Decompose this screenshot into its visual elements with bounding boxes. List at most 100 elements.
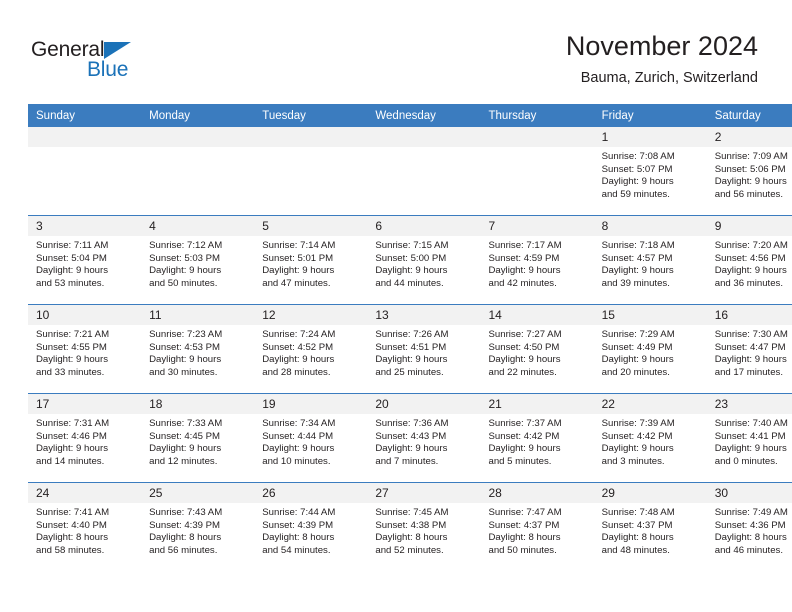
calendar-day-cell[interactable]: 7 Sunrise: 7:17 AM Sunset: 4:59 PM Daylight… <box>480 215 594 305</box>
general-blue-logo[interactable]: General Blue <box>31 38 161 84</box>
sunrise-text: Sunrise: 7:15 AM <box>375 240 449 251</box>
daylight-text-line2: and 52 minutes. <box>375 544 444 556</box>
calendar-day-cell[interactable]: 24 Sunrise: 7:41 AM Sunset: 4:40 PM Dayligh… <box>28 482 142 571</box>
day-info: Sunrise: 7:21 AM Sunset: 4:55 PM Daylight:… <box>28 325 141 379</box>
day-number <box>254 127 368 147</box>
calendar-day-cell[interactable]: 11 Sunrise: 7:23 AM Sunset: 4:53 PM Dayligh… <box>141 304 255 394</box>
calendar-day-cell[interactable]: 22 Sunrise: 7:39 AM Sunset: 4:42 PM Dayligh… <box>593 393 707 483</box>
daylight-text-line2: and 53 minutes. <box>36 277 105 289</box>
calendar-day-cell[interactable]: 5 Sunrise: 7:14 AM Sunset: 5:01 PM Daylight… <box>254 215 368 305</box>
sunrise-text: Sunrise: 7:34 AM <box>262 418 336 429</box>
sunset-text: Sunset: 4:44 PM <box>262 430 334 442</box>
day-info: Sunrise: 7:48 AM Sunset: 4:37 PM Daylight:… <box>594 503 707 557</box>
calendar-page: General Blue November 2024 Bauma, Zurich… <box>0 0 792 612</box>
calendar-day-cell[interactable]: 30 Sunrise: 7:49 AM Sunset: 4:36 PM Dayligh… <box>706 482 792 571</box>
day-info: Sunrise: 7:31 AM Sunset: 4:46 PM Daylight:… <box>28 414 141 468</box>
sunrise-text: Sunrise: 7:26 AM <box>375 329 449 340</box>
weekday-header-monday: Monday <box>141 104 255 127</box>
day-number: 25 <box>141 483 255 503</box>
sunrise-text: Sunrise: 7:47 AM <box>488 507 562 518</box>
calendar-day-cell-empty <box>141 127 255 216</box>
day-number: 15 <box>593 305 707 325</box>
day-info: Sunrise: 7:47 AM Sunset: 4:37 PM Daylight:… <box>481 503 594 557</box>
weekday-header-friday: Friday <box>593 104 707 127</box>
day-number: 12 <box>254 305 368 325</box>
calendar-day-cell[interactable]: 12 Sunrise: 7:24 AM Sunset: 4:52 PM Dayligh… <box>254 304 368 394</box>
calendar-day-cell[interactable]: 25 Sunrise: 7:43 AM Sunset: 4:39 PM Dayligh… <box>141 482 255 571</box>
calendar-day-cell[interactable]: 8 Sunrise: 7:18 AM Sunset: 4:57 PM Daylight… <box>593 215 707 305</box>
daylight-text-line2: and 17 minutes. <box>714 366 784 378</box>
daylight-text-line1: Daylight: 9 hours <box>488 265 561 277</box>
calendar-day-cell[interactable]: 10 Sunrise: 7:21 AM Sunset: 4:55 PM Dayligh… <box>28 304 142 394</box>
daylight-text-line2: and 12 minutes. <box>149 455 218 467</box>
daylight-text-line1: Daylight: 9 hours <box>714 176 787 188</box>
calendar-day-cell[interactable]: 15 Sunrise: 7:29 AM Sunset: 4:49 PM Dayligh… <box>593 304 707 394</box>
calendar-day-cell[interactable]: 19 Sunrise: 7:34 AM Sunset: 4:44 PM Dayligh… <box>254 393 368 483</box>
daylight-text-line1: Daylight: 9 hours <box>149 265 222 277</box>
daylight-text-line2: and 42 minutes. <box>488 277 557 289</box>
day-info: Sunrise: 7:11 AM Sunset: 5:04 PM Daylight:… <box>28 236 141 290</box>
day-info: Sunrise: 7:40 AM Sunset: 4:41 PM Daylight:… <box>707 414 792 468</box>
calendar-day-cell[interactable]: 23 Sunrise: 7:40 AM Sunset: 4:41 PM Dayligh… <box>706 393 792 483</box>
daylight-text-line1: Daylight: 9 hours <box>601 265 674 277</box>
day-number: 7 <box>480 216 594 236</box>
weekday-header-sunday: Sunday <box>28 104 142 127</box>
sunrise-text: Sunrise: 7:33 AM <box>149 418 223 429</box>
daylight-text-line2: and 33 minutes. <box>36 366 105 378</box>
calendar-day-cell[interactable]: 18 Sunrise: 7:33 AM Sunset: 4:45 PM Dayligh… <box>141 393 255 483</box>
calendar-day-cell[interactable]: 21 Sunrise: 7:37 AM Sunset: 4:42 PM Dayligh… <box>480 393 594 483</box>
sunrise-text: Sunrise: 7:08 AM <box>601 151 675 162</box>
day-number: 24 <box>28 483 142 503</box>
day-number: 5 <box>254 216 368 236</box>
calendar-day-cell-empty <box>28 127 142 216</box>
sunset-text: Sunset: 4:40 PM <box>36 519 107 531</box>
weekday-header-saturday: Saturday <box>706 104 792 127</box>
calendar-header-row: Sunday Monday Tuesday Wednesday Thursday… <box>28 104 792 127</box>
sunrise-text: Sunrise: 7:21 AM <box>36 329 110 340</box>
day-info: Sunrise: 7:39 AM Sunset: 4:42 PM Daylight:… <box>594 414 707 468</box>
calendar-day-cell[interactable]: 14 Sunrise: 7:27 AM Sunset: 4:50 PM Dayligh… <box>480 304 594 394</box>
calendar-day-cell[interactable]: 17 Sunrise: 7:31 AM Sunset: 4:46 PM Dayligh… <box>28 393 142 483</box>
day-info: Sunrise: 7:41 AM Sunset: 4:40 PM Daylight:… <box>28 503 141 557</box>
title-block: November 2024 Bauma, Zurich, Switzerland <box>566 30 758 88</box>
calendar-day-cell[interactable]: 16 Sunrise: 7:30 AM Sunset: 4:47 PM Dayligh… <box>706 304 792 394</box>
sunrise-text: Sunrise: 7:11 AM <box>36 240 109 251</box>
calendar-day-cell[interactable]: 26 Sunrise: 7:44 AM Sunset: 4:39 PM Dayligh… <box>254 482 368 571</box>
daylight-text-line2: and 20 minutes. <box>601 366 670 378</box>
calendar-day-cell[interactable]: 1 Sunrise: 7:08 AM Sunset: 5:07 PM Daylight… <box>593 127 707 216</box>
calendar-day-cell[interactable]: 13 Sunrise: 7:26 AM Sunset: 4:51 PM Dayligh… <box>367 304 481 394</box>
calendar-day-cell[interactable]: 4 Sunrise: 7:12 AM Sunset: 5:03 PM Daylight… <box>141 215 255 305</box>
sunrise-text: Sunrise: 7:23 AM <box>149 329 223 340</box>
calendar-day-cell[interactable]: 28 Sunrise: 7:47 AM Sunset: 4:37 PM Dayligh… <box>480 482 594 571</box>
calendar-day-cell[interactable]: 29 Sunrise: 7:48 AM Sunset: 4:37 PM Dayligh… <box>593 482 707 571</box>
sunset-text: Sunset: 4:56 PM <box>714 252 786 264</box>
calendar-day-cell[interactable]: 9 Sunrise: 7:20 AM Sunset: 4:56 PM Daylight… <box>706 215 792 305</box>
page-title: November 2024 <box>565 31 758 61</box>
daylight-text-line2: and 50 minutes. <box>488 544 557 556</box>
daylight-text-line2: and 7 minutes. <box>375 455 439 467</box>
day-info: Sunrise: 7:30 AM Sunset: 4:47 PM Daylight:… <box>707 325 792 379</box>
day-number: 26 <box>254 483 368 503</box>
sunset-text: Sunset: 4:43 PM <box>375 430 447 442</box>
daylight-text-line2: and 28 minutes. <box>262 366 331 378</box>
day-info: Sunrise: 7:26 AM Sunset: 4:51 PM Daylight:… <box>367 325 480 379</box>
daylight-text-line1: Daylight: 9 hours <box>488 443 561 455</box>
calendar-day-cell[interactable]: 2 Sunrise: 7:09 AM Sunset: 5:06 PM Daylight… <box>706 127 792 216</box>
calendar-table: Sunday Monday Tuesday Wednesday Thursday… <box>28 104 792 571</box>
calendar-day-cell[interactable]: 6 Sunrise: 7:15 AM Sunset: 5:00 PM Daylight… <box>367 215 481 305</box>
daylight-text-line2: and 0 minutes. <box>714 455 778 467</box>
sunrise-text: Sunrise: 7:39 AM <box>601 418 675 429</box>
daylight-text-line1: Daylight: 9 hours <box>714 265 787 277</box>
calendar-day-cell[interactable]: 27 Sunrise: 7:45 AM Sunset: 4:38 PM Dayligh… <box>367 482 481 571</box>
sunset-text: Sunset: 4:37 PM <box>601 519 673 531</box>
sunrise-text: Sunrise: 7:18 AM <box>601 240 675 251</box>
day-number: 22 <box>593 394 707 414</box>
daylight-text-line2: and 30 minutes. <box>149 366 218 378</box>
calendar-day-cell[interactable]: 3 Sunrise: 7:11 AM Sunset: 5:04 PM Daylight… <box>28 215 142 305</box>
sunrise-text: Sunrise: 7:17 AM <box>488 240 562 251</box>
sunset-text: Sunset: 4:47 PM <box>714 341 786 353</box>
calendar-day-cell[interactable]: 20 Sunrise: 7:36 AM Sunset: 4:43 PM Dayligh… <box>367 393 481 483</box>
daylight-text-line1: Daylight: 9 hours <box>601 176 674 188</box>
daylight-text-line1: Daylight: 9 hours <box>601 354 674 366</box>
triangle-icon <box>104 42 131 59</box>
